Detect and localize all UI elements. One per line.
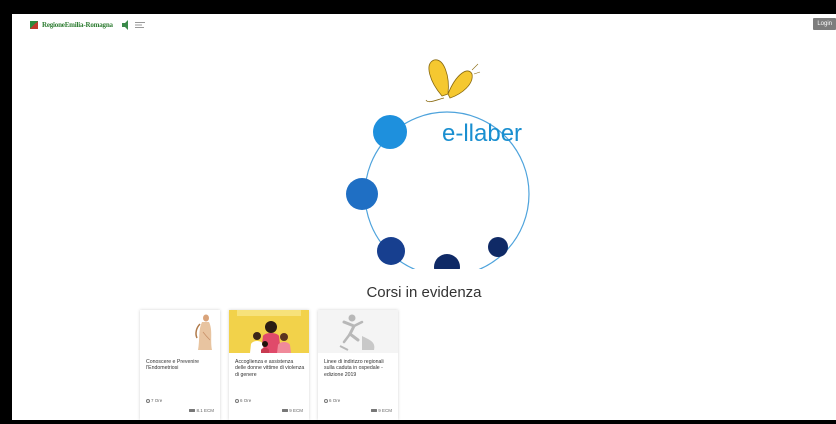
course-title: Accoglienza e assistenza delle donne vit… (235, 359, 305, 378)
course-image (318, 310, 398, 353)
browser-viewport: RegioneEmilia-Romagna Login e-llaber Cor… (12, 14, 836, 420)
course-duration: 7 Ore (146, 398, 162, 403)
region-flag-icon (30, 21, 38, 29)
logo-wordmark: e-llaber (442, 120, 522, 147)
logo-dot-mid (346, 178, 378, 210)
course-credits: 9 ECM (371, 408, 392, 413)
clock-icon (235, 398, 239, 403)
course-duration-label: 7 Ore (151, 398, 163, 403)
clock-icon (324, 398, 328, 403)
course-card[interactable]: Conoscere e Prevenire l'Endometriosi 7 O… (140, 310, 220, 420)
credit-badge-icon (371, 408, 378, 413)
course-title: Conoscere e Prevenire l'Endometriosi (146, 359, 200, 372)
course-credits: 9 ECM (282, 408, 303, 413)
course-duration-label: 6 Ore (329, 398, 341, 403)
e-llaber-logo: e-llaber (346, 59, 530, 269)
course-credits-label: 9 ECM (289, 408, 303, 413)
logo-dot-dark (377, 237, 405, 265)
speaker-logo-icon (121, 20, 128, 30)
course-image (229, 310, 309, 353)
course-credits: 8.1 ECM (189, 408, 214, 413)
venus-painting-icon (140, 310, 220, 353)
course-credits-label: 9 ECM (378, 408, 392, 413)
course-duration-label: 6 Ore (240, 398, 252, 403)
falling-person-icon (318, 310, 398, 353)
credit-badge-icon (189, 408, 196, 413)
clock-icon (146, 398, 150, 403)
top-bar: RegioneEmilia-Romagna Login (12, 14, 836, 36)
course-duration: 6 Ore (235, 398, 251, 403)
credit-badge-icon (282, 408, 289, 413)
login-button[interactable]: Login (813, 18, 836, 30)
small-logo-icon (134, 22, 145, 28)
butterfly-icon (425, 59, 481, 103)
section-title: Corsi in evidenza (366, 284, 482, 301)
course-duration: 6 Ore (324, 398, 340, 403)
course-card[interactable]: Accoglienza e assistenza delle donne vit… (229, 310, 309, 420)
logo-dot-bottom (434, 254, 460, 269)
women-illustration-icon (229, 310, 309, 353)
course-title: Linee di indirizzo regionali sulla cadut… (324, 359, 384, 378)
course-image (140, 310, 220, 353)
logo-dot-navy (488, 237, 508, 257)
brand-logo-link[interactable]: RegioneEmilia-Romagna (30, 20, 145, 30)
featured-courses-list: Conoscere e Prevenire l'Endometriosi 7 O… (140, 310, 398, 420)
course-card[interactable]: Linee di indirizzo regionali sulla cadut… (318, 310, 398, 420)
logo-dot-light (373, 115, 407, 149)
course-credits-label: 8.1 ECM (196, 408, 214, 413)
brand-label: RegioneEmilia-Romagna (42, 21, 113, 29)
